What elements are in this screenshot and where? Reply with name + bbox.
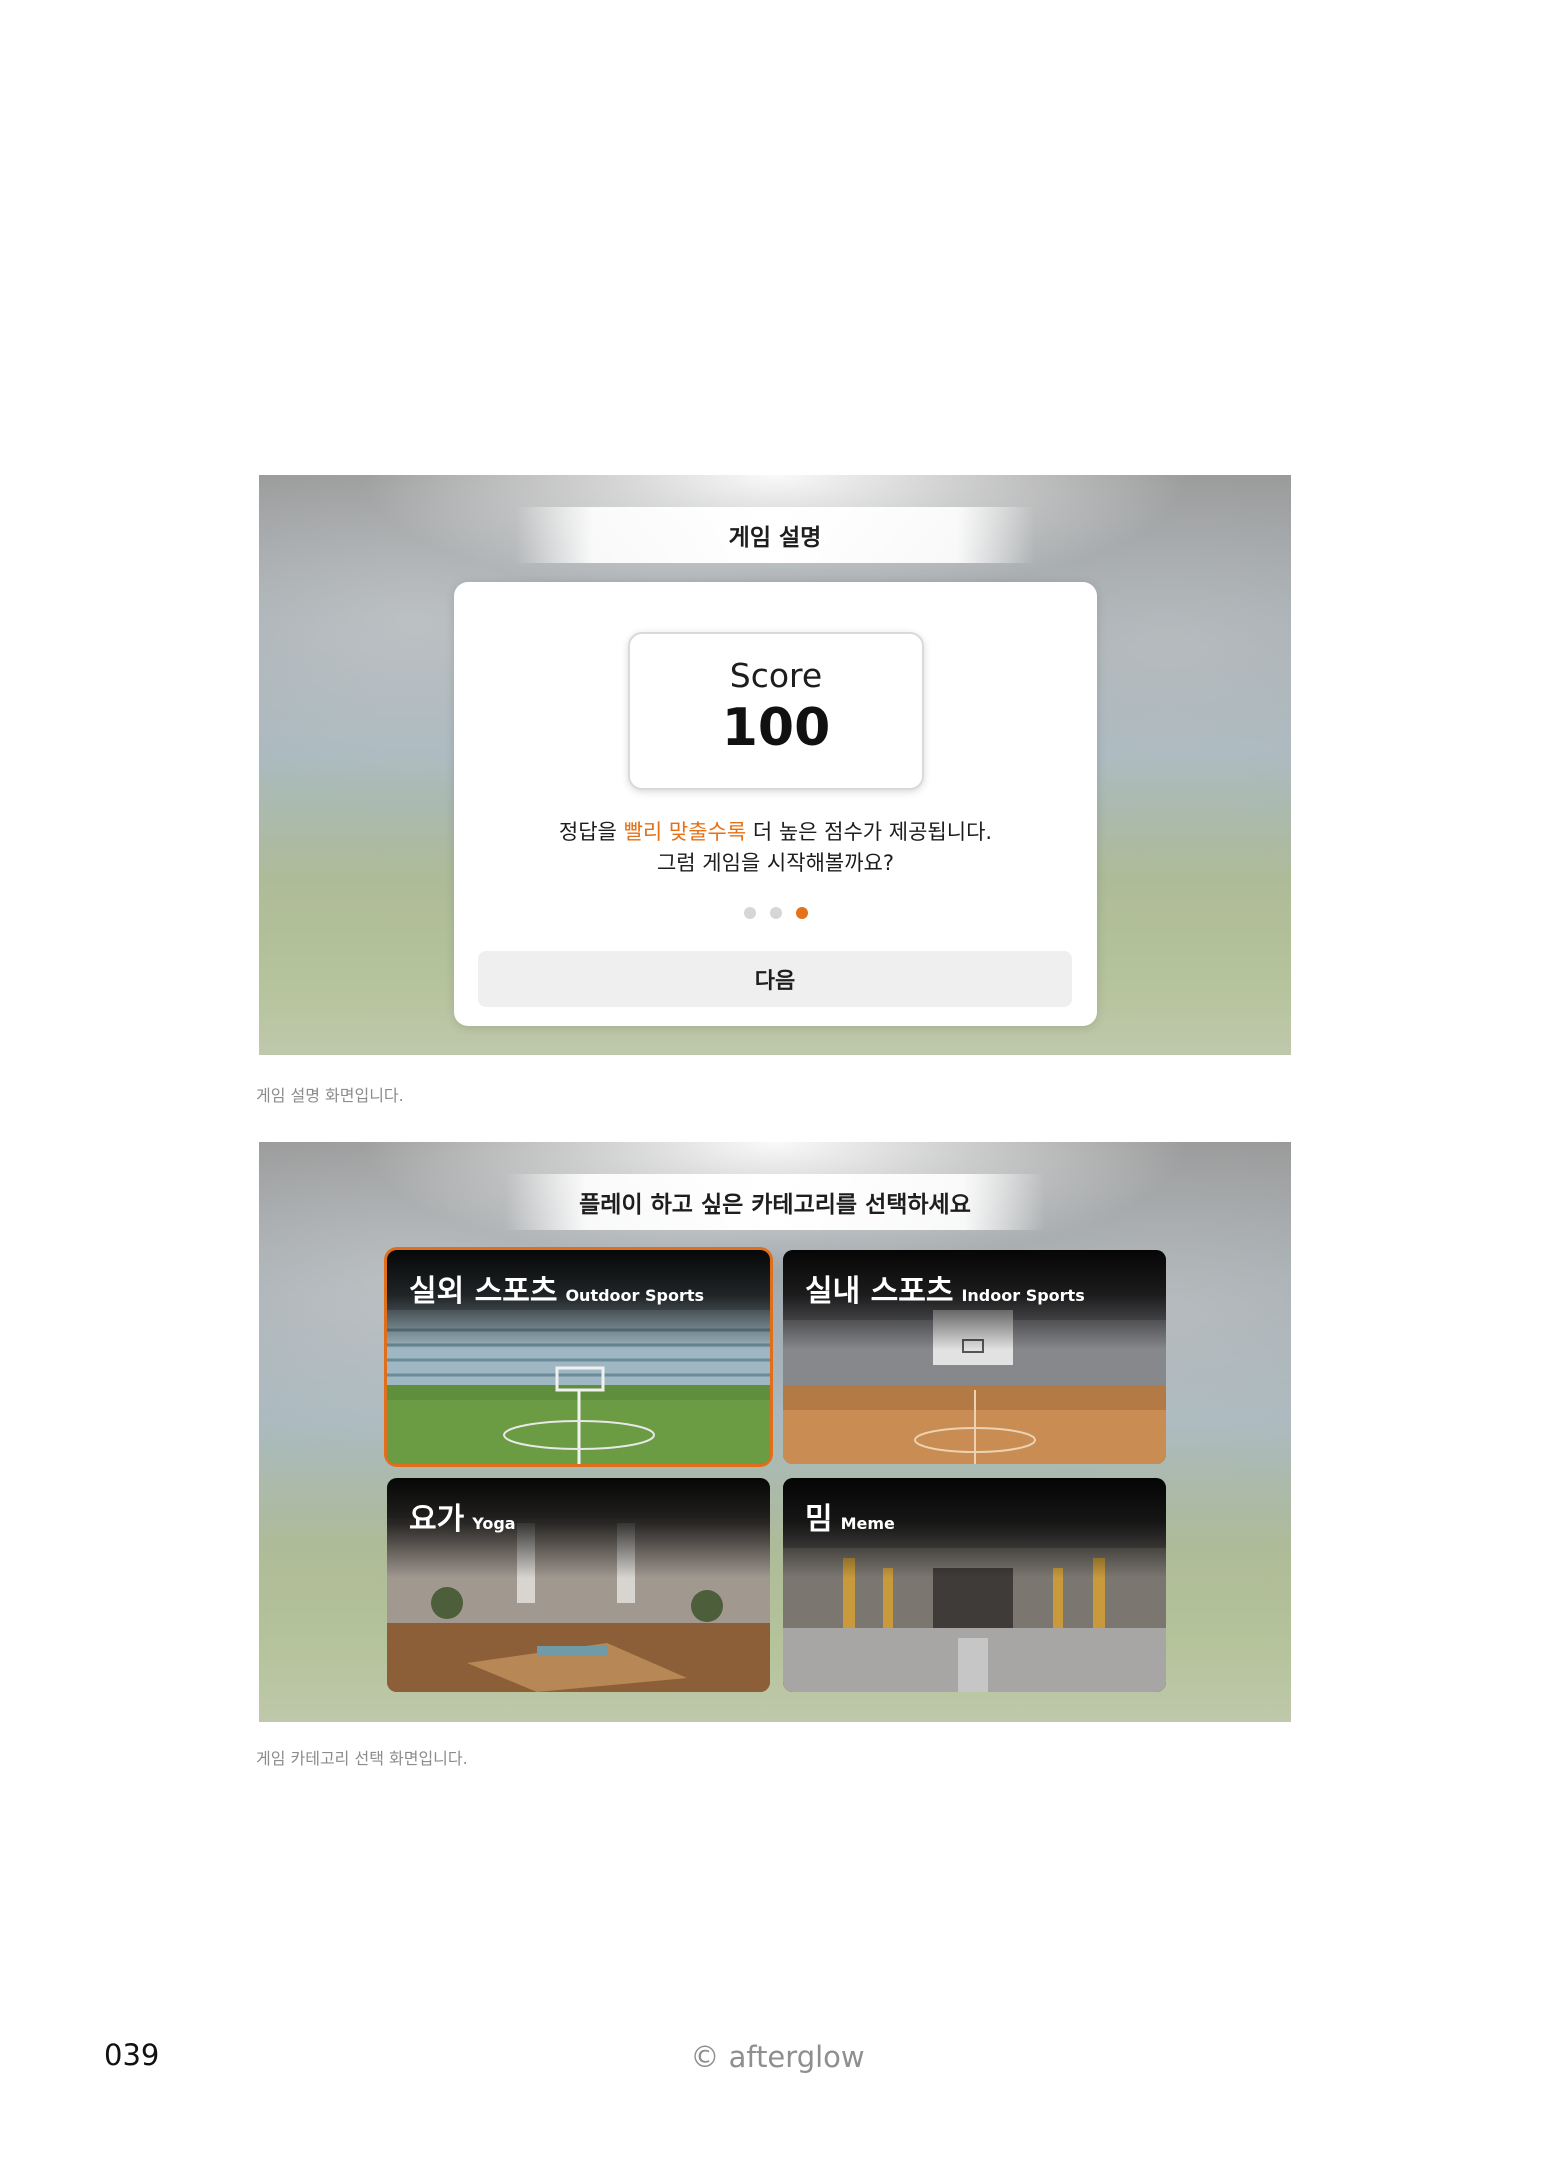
page-dot-2[interactable] xyxy=(769,907,782,919)
category-card-meme[interactable]: 밈 Meme xyxy=(783,1478,1166,1692)
score-label: Score xyxy=(729,656,823,695)
category-select-screen: 플레이 하고 싶은 카테고리를 선택하세요 실외 스포츠 Outdoor Spo… xyxy=(259,1142,1291,1722)
card-title: 실외 스포츠 Outdoor Sports xyxy=(409,1266,704,1310)
card-title: 요가 Yoga xyxy=(409,1494,516,1538)
desc-part: 정답을 xyxy=(558,820,624,844)
category-title-ko: 실외 스포츠 xyxy=(409,1274,558,1309)
desc-highlight: 빨리 맞출수록 xyxy=(623,820,747,844)
category-title-en: Yoga xyxy=(472,1514,516,1533)
category-title-ko: 요가 xyxy=(409,1502,465,1537)
pagination-dots xyxy=(454,907,1097,919)
desc-part: 더 높은 점수가 제공됩니다. xyxy=(746,820,993,844)
category-title-ko: 밈 xyxy=(805,1502,833,1537)
card-title: 밈 Meme xyxy=(805,1494,895,1538)
copyright: © afterglow xyxy=(690,2040,865,2074)
card-title: 실내 스포츠 Indoor Sports xyxy=(805,1266,1085,1310)
score-value: 100 xyxy=(721,698,831,758)
screen-title: 플레이 하고 싶은 카테고리를 선택하세요 xyxy=(505,1174,1045,1230)
page-dot-1[interactable] xyxy=(743,907,756,919)
screen-title: 게임 설명 xyxy=(515,507,1035,563)
screen2-caption: 게임 카테고리 선택 화면입니다. xyxy=(256,1749,468,1768)
category-title-ko: 실내 스포츠 xyxy=(805,1274,954,1309)
screen1-caption: 게임 설명 화면입니다. xyxy=(256,1086,404,1105)
game-description-screen: 게임 설명 Score 100 정답을 빨리 맞출수록 더 높은 점수가 제공됩… xyxy=(259,475,1291,1055)
category-title-en: Indoor Sports xyxy=(961,1286,1085,1305)
next-button[interactable]: 다음 xyxy=(478,951,1072,1007)
category-card-indoor-sports[interactable]: 실내 스포츠 Indoor Sports xyxy=(783,1250,1166,1464)
description-text: 정답을 빨리 맞출수록 더 높은 점수가 제공됩니다. 그럼 게임을 시작해볼까… xyxy=(454,817,1097,879)
category-title-en: Meme xyxy=(840,1514,895,1533)
category-card-outdoor-sports[interactable]: 실외 스포츠 Outdoor Sports xyxy=(387,1250,770,1464)
desc-line-2: 그럼 게임을 시작해볼까요? xyxy=(656,851,895,875)
score-card: Score 100 xyxy=(628,632,924,790)
page-dot-3-active[interactable] xyxy=(795,907,808,919)
category-card-yoga[interactable]: 요가 Yoga xyxy=(387,1478,770,1692)
description-modal: Score 100 정답을 빨리 맞출수록 더 높은 점수가 제공됩니다. 그럼… xyxy=(454,582,1097,1026)
category-title-en: Outdoor Sports xyxy=(565,1286,705,1305)
